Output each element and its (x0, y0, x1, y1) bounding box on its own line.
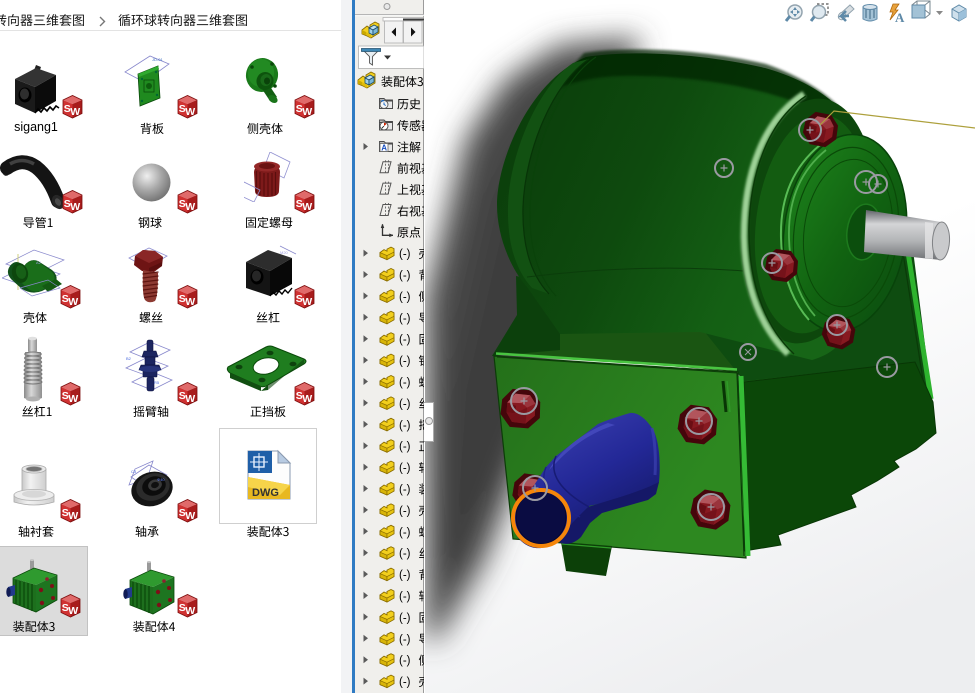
svg-text:(-): (-) (399, 398, 411, 410)
svg-text:(-): (-) (399, 548, 411, 560)
svg-text:(-): (-) (399, 527, 411, 539)
svg-text:(-): (-) (399, 484, 411, 496)
svg-text:(-): (-) (399, 270, 411, 282)
svg-text:(-): (-) (399, 570, 411, 582)
svg-text:(-): (-) (399, 505, 411, 517)
svg-text:(-): (-) (399, 249, 411, 261)
svg-text:(-): (-) (399, 420, 411, 432)
svg-text:(-): (-) (399, 334, 411, 346)
svg-text:A: A (895, 10, 905, 25)
svg-text:(-): (-) (399, 377, 411, 389)
svg-text:(-): (-) (399, 591, 411, 603)
svg-text:(-): (-) (399, 313, 411, 325)
svg-text:A: A (381, 143, 387, 152)
svg-text:(-): (-) (399, 441, 411, 453)
svg-text:(-): (-) (399, 612, 411, 624)
svg-text:(-): (-) (399, 677, 411, 689)
svg-text:(-): (-) (399, 356, 411, 368)
svg-text:(-): (-) (399, 655, 411, 667)
svg-text:(-): (-) (399, 463, 411, 475)
svg-text:(-): (-) (399, 291, 411, 303)
svg-text:(-): (-) (399, 634, 411, 646)
